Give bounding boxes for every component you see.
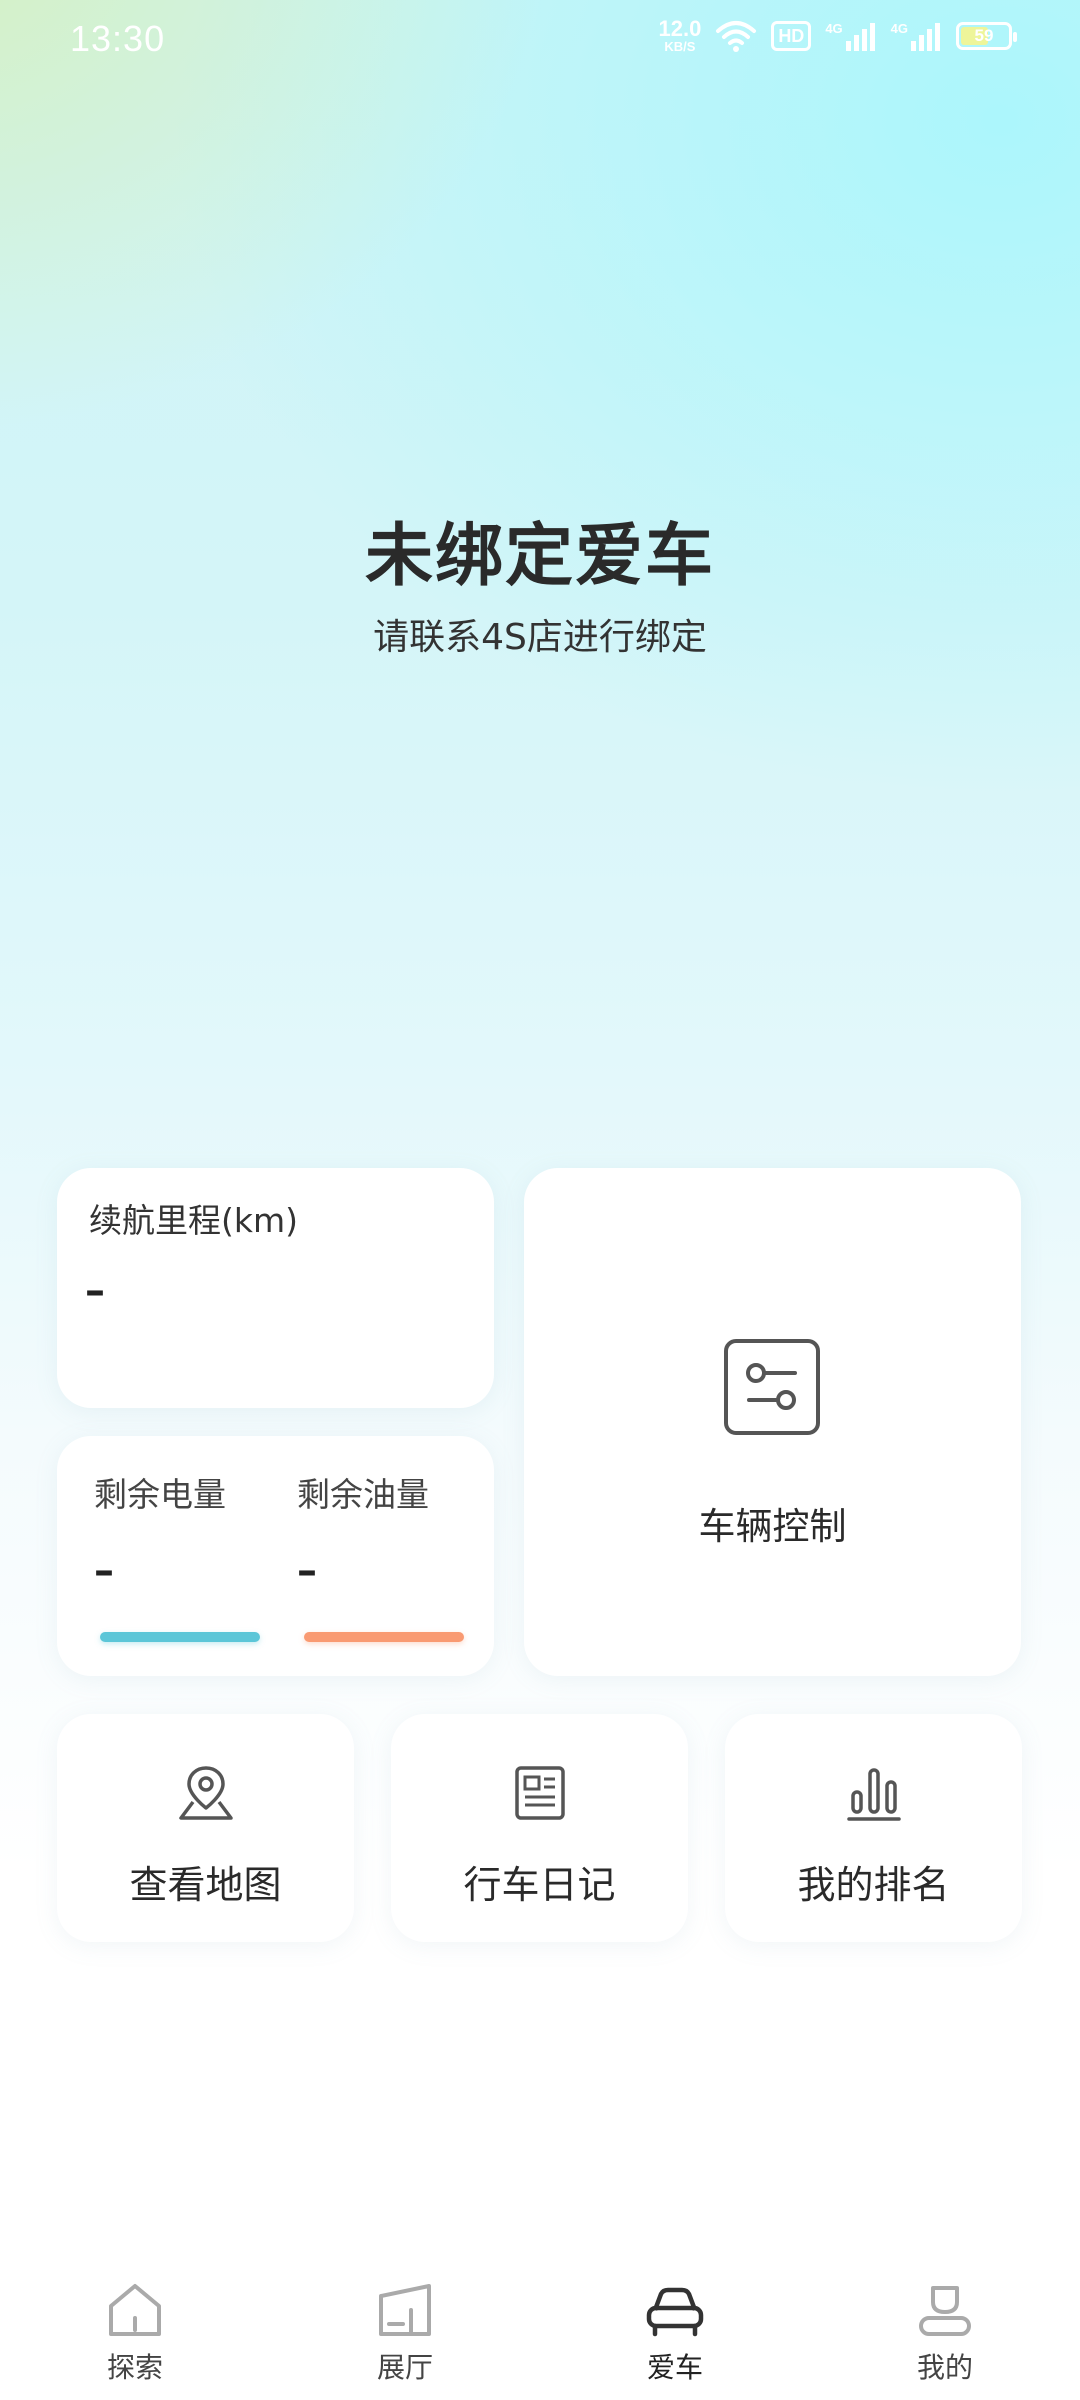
hd-icon: HD (771, 20, 812, 51)
showroom-icon (379, 2284, 431, 2336)
signal-icon: 4G (891, 21, 942, 51)
signal-label: 4G (890, 20, 908, 36)
sliders-icon (724, 1339, 820, 1435)
battery-remaining: 剩余电量 – (94, 1468, 264, 1594)
vehicle-control-card[interactable]: 车辆控制 (524, 1168, 1021, 1676)
fuel-remaining-value: – (297, 1548, 317, 1594)
net-speed-value: 12.0 (658, 16, 702, 41)
nav-item-me[interactable]: 我的 (810, 2250, 1080, 2400)
nav-label-explore: 探索 (106, 2351, 163, 2384)
driving-diary-tile[interactable]: 行车日记 (391, 1714, 688, 1942)
battery-bar (100, 1632, 260, 1642)
map-pin-icon (179, 1766, 233, 1820)
nav-item-explore[interactable]: 探索 (0, 2250, 270, 2400)
bottom-nav: 探索 展厅 爱车 我的 (0, 2250, 1080, 2400)
diary-icon (515, 1766, 565, 1820)
my-ranking-label: 我的排名 (797, 1863, 950, 1907)
car-icon (646, 2287, 704, 2337)
fuel-remaining: 剩余油量 – (297, 1468, 467, 1594)
nav-label-me: 我的 (916, 2351, 973, 2384)
range-label: 续航里程(km) (89, 1201, 299, 1240)
wifi-icon (716, 20, 757, 52)
fuel-remaining-label: 剩余油量 (297, 1475, 429, 1514)
bar-chart-icon (847, 1768, 901, 1821)
status-icons: 12.0 KB/S HD 4G 4G 59 (658, 16, 1017, 54)
page-title: 未绑定爱车 (364, 517, 715, 596)
driving-diary-label: 行车日记 (463, 1863, 616, 1907)
profile-icon (919, 2286, 971, 2336)
energy-card[interactable]: 剩余电量 – 剩余油量 – (57, 1436, 494, 1676)
fuel-bar (304, 1632, 464, 1642)
view-map-tile[interactable]: 查看地图 (57, 1714, 354, 1942)
signal-label: 4G (825, 20, 843, 36)
my-ranking-tile[interactable]: 我的排名 (725, 1714, 1022, 1942)
status-time: 13:30 (70, 18, 166, 59)
battery-remaining-label: 剩余电量 (94, 1475, 226, 1514)
nav-item-my-car[interactable]: 爱车 (540, 2250, 810, 2400)
net-speed-unit: KB/S (664, 39, 696, 54)
battery-level: 59 (974, 25, 994, 45)
vehicle-control-label: 车辆控制 (698, 1505, 847, 1548)
battery-icon: 59 (956, 21, 1017, 50)
home-icon (109, 2284, 161, 2336)
nav-item-showroom[interactable]: 展厅 (270, 2250, 540, 2400)
page-subtitle: 请联系4S店进行绑定 (373, 617, 707, 658)
status-bar: 13:30 12.0 KB/S HD 4G 4G 59 (0, 0, 1080, 80)
battery-remaining-value: – (94, 1548, 114, 1594)
range-card[interactable]: 续航里程(km) – (57, 1168, 494, 1408)
nav-label-my-car: 爱车 (646, 2351, 703, 2384)
range-value: – (85, 1268, 105, 1314)
signal-icon: 4G (825, 21, 876, 51)
net-speed: 12.0 KB/S (658, 16, 702, 54)
nav-label-showroom: 展厅 (376, 2351, 433, 2384)
view-map-label: 查看地图 (129, 1863, 282, 1907)
